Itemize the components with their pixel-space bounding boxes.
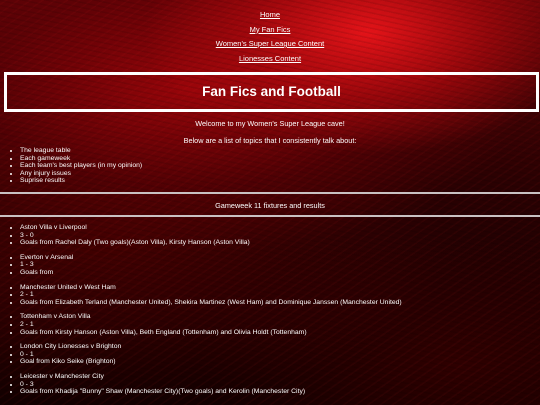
fixture-match: Everton v Arsenal xyxy=(20,254,402,262)
fixture-match: Tottenham v Aston Villa xyxy=(20,313,402,321)
fixture-list: Leicester v Manchester City 0 - 3 Goals … xyxy=(0,373,402,396)
topics-intro-text: Below are a list of topics that I consis… xyxy=(183,136,357,145)
divider-top xyxy=(0,192,540,194)
nav-link-wsl-content[interactable]: Women's Super League Content xyxy=(0,39,540,48)
nav-link-lionesses-content[interactable]: Lionesses Content xyxy=(0,54,540,63)
list-item: Each gameweek xyxy=(20,155,142,163)
fixture-score: 1 - 3 xyxy=(20,261,402,269)
fixture-list: London City Lionesses v Brighton 0 - 1 G… xyxy=(0,343,402,366)
fixture-list: Aston Villa v Liverpool 3 - 0 Goals from… xyxy=(0,224,402,247)
welcome-text: Welcome to my Women's Super League cave! xyxy=(195,119,345,128)
site-header: Fan Fics and Football xyxy=(4,72,539,112)
top-navigation: Home My Fan Fics Women's Super League Co… xyxy=(0,0,540,63)
fixture-goals: Goals from Rachel Daly (Two goals)(Aston… xyxy=(20,239,402,247)
fixture-list: Everton v Arsenal 1 - 3 Goals from xyxy=(0,254,402,277)
nav-link-my-fan-fics[interactable]: My Fan Fics xyxy=(0,25,540,34)
page-title: Fan Fics and Football xyxy=(202,84,341,99)
page: Home My Fan Fics Women's Super League Co… xyxy=(0,0,540,395)
nav-link-home[interactable]: Home xyxy=(0,10,540,19)
fixtures-section: Aston Villa v Liverpool 3 - 0 Goals from… xyxy=(0,224,402,403)
fixture-goals: Goals from Khadija "Bunny" Shaw (Manches… xyxy=(20,388,402,396)
list-item: Each team's best players (in my opinion) xyxy=(20,162,142,170)
fixture-match: London City Lionesses v Brighton xyxy=(20,343,402,351)
fixture-score: 2 - 1 xyxy=(20,291,402,299)
fixture-score: 0 - 1 xyxy=(20,351,402,359)
fixture-score: 3 - 0 xyxy=(20,232,402,240)
gameweek-title: Gameweek 11 fixtures and results xyxy=(215,201,325,210)
list-item: Suprise results xyxy=(20,177,142,185)
fixture-list: Manchester United v West Ham 2 - 1 Goals… xyxy=(0,284,402,307)
fixture-match: Manchester United v West Ham xyxy=(20,284,402,292)
fixture-score: 0 - 3 xyxy=(20,381,402,389)
list-item: Any injury issues xyxy=(20,170,142,178)
fixture-goals: Goals from Kirsty Hanson (Aston Villa), … xyxy=(20,329,402,337)
fixture-goals: Goals from xyxy=(20,269,402,277)
fixture-goals: Goal from Kiko Seike (Brighton) xyxy=(20,358,402,366)
fixture-goals: Goals from Elizabeth Terland (Manchester… xyxy=(20,299,402,307)
fixture-match: Leicester v Manchester City xyxy=(20,373,402,381)
divider-bottom xyxy=(0,215,540,217)
list-item: The league table xyxy=(20,147,142,155)
fixture-list: Tottenham v Aston Villa 2 - 1 Goals from… xyxy=(0,313,402,336)
topics-list: The league table Each gameweek Each team… xyxy=(0,147,142,185)
fixture-score: 2 - 1 xyxy=(20,321,402,329)
fixture-match: Aston Villa v Liverpool xyxy=(20,224,402,232)
